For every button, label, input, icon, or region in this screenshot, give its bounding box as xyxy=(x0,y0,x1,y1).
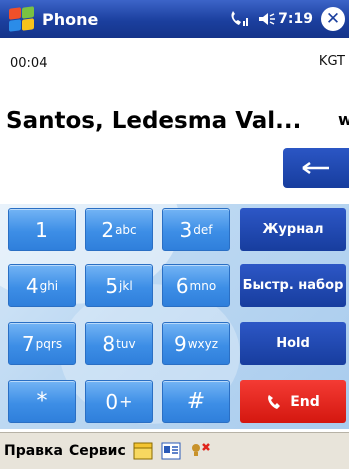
title-bar: Phone 7:19 ✕ xyxy=(0,0,349,38)
phone-handset-icon xyxy=(268,394,281,409)
menu-edit[interactable]: Правка xyxy=(4,443,63,459)
key-3[interactable]: 3 def xyxy=(162,208,230,251)
key-8[interactable]: 8 tuv xyxy=(85,322,153,365)
key-6[interactable]: 6 mno xyxy=(162,264,230,307)
key-2[interactable]: 2 abc xyxy=(85,208,153,251)
key-1[interactable]: 1 xyxy=(8,208,76,251)
phone-signal-icon[interactable] xyxy=(228,9,250,29)
contact-name: Santos, Ledesma Val... xyxy=(6,108,302,134)
clock-time[interactable]: 7:19 xyxy=(278,11,313,27)
operator-name: KGT xyxy=(318,54,345,69)
contact-card-icon[interactable] xyxy=(160,440,182,462)
hold-button[interactable]: Hold xyxy=(240,322,346,365)
key-9[interactable]: 9 wxyz xyxy=(162,322,230,365)
end-call-button[interactable]: End xyxy=(240,380,346,423)
key-5[interactable]: 5 jkl xyxy=(85,264,153,307)
contact-type: w xyxy=(338,110,349,129)
call-duration: 00:04 xyxy=(10,56,48,71)
folder-icon[interactable] xyxy=(132,440,154,462)
mute-mic-icon[interactable] xyxy=(188,440,212,462)
windows-flag-icon[interactable] xyxy=(6,4,36,34)
speaker-icon[interactable] xyxy=(258,11,276,27)
key-star[interactable]: * xyxy=(8,380,76,423)
key-hash[interactable]: # xyxy=(162,380,230,423)
left-arrow-icon xyxy=(302,161,329,175)
key-0[interactable]: 0 + xyxy=(85,380,153,423)
close-button[interactable]: ✕ xyxy=(321,7,345,31)
journal-button[interactable]: Журнал xyxy=(240,208,346,251)
app-title: Phone xyxy=(42,9,99,29)
end-call-label: End xyxy=(290,393,320,410)
key-7[interactable]: 7 pqrs xyxy=(8,322,76,365)
key-4[interactable]: 4 ghi xyxy=(8,264,76,307)
keypad: 1 2 abc 3 def Журнал 4 ghi 5 jkl 6 mno Б… xyxy=(0,204,349,429)
backspace-button[interactable] xyxy=(283,148,349,188)
menu-service[interactable]: Сервис xyxy=(69,443,126,459)
menu-bar: Правка Сервис xyxy=(0,432,349,469)
speed-dial-button[interactable]: Быстр. набор xyxy=(240,264,346,307)
